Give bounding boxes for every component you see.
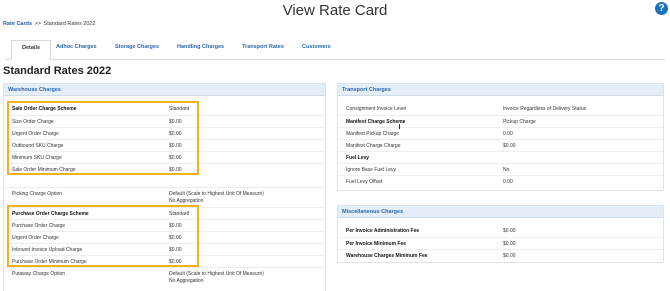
warehouse-row: Inbound Invoice Upload Charge $0.00 bbox=[4, 243, 325, 255]
row-label: Minimum SKU Charge bbox=[12, 155, 62, 161]
transport-row: Manifest Pickup Charge 0.00 bbox=[338, 127, 663, 139]
breadcrumb-separator: >> bbox=[34, 21, 42, 27]
row-value: $0.00 bbox=[503, 228, 516, 234]
miscellaneous-charges-panel: Miscellaneous Charges Per Invoice Admini… bbox=[337, 205, 664, 263]
transport-row: Consignment Invoice Level Invoice Regard… bbox=[338, 103, 663, 115]
row-label: Consignment Invoice Level bbox=[346, 106, 407, 112]
row-label: Sale Order Minimum Charge bbox=[12, 167, 76, 173]
transport-charges-panel: Transport Charges Consignment Invoice Le… bbox=[337, 83, 664, 191]
row-label: Sale Order Charge Scheme bbox=[12, 106, 77, 112]
row-label: Purchase Order Charge Scheme bbox=[12, 211, 89, 217]
help-icon[interactable]: ? bbox=[655, 2, 668, 15]
warehouse-row: Urgent Order Charge $0.00 bbox=[4, 127, 325, 139]
miscellaneous-charges-title: Miscellaneous Charges bbox=[338, 206, 663, 218]
misc-row: Per Invoice Minimum Fee $0.00 bbox=[338, 237, 663, 249]
transport-charges-title: Transport Charges bbox=[338, 84, 663, 96]
row-label: Outbound SKU Charge bbox=[12, 143, 64, 149]
row-value: $0.00 bbox=[169, 143, 182, 149]
tab-transport-rates[interactable]: Transport Rates bbox=[242, 44, 284, 50]
row-label: Ignore Base Fuel Levy bbox=[346, 167, 397, 173]
row-label: Manifest Charge Scheme bbox=[346, 119, 406, 125]
row-value: $0.00 bbox=[169, 119, 182, 125]
text-cursor-icon bbox=[399, 124, 400, 129]
row-label: Per Invoice Minimum Fee bbox=[346, 241, 407, 247]
row-label: Purchase Order Minimum Charge bbox=[12, 259, 87, 265]
warehouse-row: Putaway Charge Option Default (Scale to … bbox=[4, 267, 325, 285]
warehouse-row: Sale Order Minimum Charge $0.00 bbox=[4, 163, 325, 175]
row-value: No bbox=[503, 167, 510, 173]
row-value: Pickup Charge bbox=[503, 119, 536, 125]
section-title: Standard Rates 2022 bbox=[3, 65, 112, 77]
breadcrumb: Rate Cards >> Standard Rates 2022 bbox=[3, 21, 96, 27]
row-label: Urgent Order Charge bbox=[12, 235, 59, 241]
row-value: $0.00 bbox=[169, 167, 182, 173]
tab-storage-charges[interactable]: Storage Charges bbox=[115, 44, 159, 50]
row-label: Inbound Invoice Upload Charge bbox=[12, 247, 83, 253]
row-value: $0.00 bbox=[169, 235, 182, 241]
row-value: $0.00 bbox=[503, 241, 516, 247]
transport-row: Fuel Levy Offset 0.00 bbox=[338, 175, 663, 187]
warehouse-row: Size Order Charge $0.00 bbox=[4, 115, 325, 127]
tab-bar: Details Adhoc Charges Storage Charges Ha… bbox=[5, 40, 665, 60]
warehouse-row: Purchase Order Charge $0.00 bbox=[4, 219, 325, 231]
tab-adhoc-charges[interactable]: Adhoc Charges bbox=[56, 44, 97, 50]
row-value: $0.00 bbox=[169, 155, 182, 161]
transport-row: Fuel Levy bbox=[338, 151, 663, 163]
tab-details[interactable]: Details bbox=[11, 40, 52, 60]
row-label: Fuel Levy Offset bbox=[346, 179, 383, 185]
row-value: Standard bbox=[169, 106, 190, 112]
breadcrumb-rate-cards[interactable]: Rate Cards bbox=[3, 21, 32, 27]
row-label: Warehouse Charges Minimum Fee bbox=[346, 253, 428, 259]
page-title: View Rate Card bbox=[282, 2, 388, 19]
row-value: $0.00 bbox=[169, 131, 182, 137]
row-value: Default (Scale to Highest Unit Of Measur… bbox=[169, 271, 264, 277]
row-value-secondary: No Aggregation bbox=[169, 278, 204, 284]
row-value: Default (Scale to Highest Unit Of Measur… bbox=[169, 191, 264, 197]
row-value: Invoice Regardless of Delivery Status bbox=[503, 106, 587, 112]
row-label: Size Order Charge bbox=[12, 119, 54, 125]
warehouse-row: Outbound SKU Charge $0.00 bbox=[4, 139, 325, 151]
warehouse-row: Picking Charge Option Default (Scale to … bbox=[4, 187, 325, 205]
warehouse-row: Purchase Order Charge Scheme Standard bbox=[4, 207, 325, 219]
warehouse-row: Urgent Order Charge $0.00 bbox=[4, 231, 325, 243]
row-value: Standard bbox=[169, 211, 190, 217]
row-label: Manifest Pickup Charge bbox=[346, 131, 400, 137]
row-label: Putaway Charge Option bbox=[12, 271, 66, 277]
misc-row: Warehouse Charges Minimum Fee $0.00 bbox=[338, 249, 663, 261]
warehouse-row: Minimum SKU Charge $0.00 bbox=[4, 151, 325, 163]
warehouse-row: Sale Order Charge Scheme Standard bbox=[4, 103, 325, 115]
row-value: $0.00 bbox=[503, 253, 516, 259]
warehouse-charges-title: Warehouse Charges bbox=[4, 84, 325, 96]
row-value: $0.00 bbox=[503, 143, 516, 149]
row-label: Fuel Levy bbox=[346, 155, 370, 161]
row-label: Per Invoice Administration Fee bbox=[346, 228, 420, 234]
transport-row: Ignore Base Fuel Levy No bbox=[338, 163, 663, 175]
tab-handling-charges[interactable]: Handling Charges bbox=[177, 44, 224, 50]
row-value: 0.00 bbox=[503, 179, 513, 185]
row-value-secondary: No Aggregation bbox=[169, 198, 204, 204]
row-label: Urgent Order Charge bbox=[12, 131, 59, 137]
tab-customers[interactable]: Customers bbox=[302, 44, 331, 50]
row-value: $0.00 bbox=[169, 223, 182, 229]
transport-row: Manifest Charge Scheme Pickup Charge bbox=[338, 115, 663, 127]
transport-row: Manifest Charge Charge $0.00 bbox=[338, 139, 663, 151]
row-label: Purchase Order Charge bbox=[12, 223, 66, 229]
row-value: $0.00 bbox=[169, 247, 182, 253]
row-value: 0.00 bbox=[503, 131, 513, 137]
misc-row: Per Invoice Administration Fee $0.00 bbox=[338, 225, 663, 237]
row-value: $0.00 bbox=[169, 259, 182, 265]
row-label: Picking Charge Option bbox=[12, 191, 63, 197]
warehouse-row: Purchase Order Minimum Charge $0.00 bbox=[4, 255, 325, 267]
warehouse-charges-panel: Warehouse Charges Sale Order Charge Sche… bbox=[3, 83, 326, 291]
row-label: Manifest Charge Charge bbox=[346, 143, 401, 149]
breadcrumb-current: Standard Rates 2022 bbox=[43, 21, 96, 27]
